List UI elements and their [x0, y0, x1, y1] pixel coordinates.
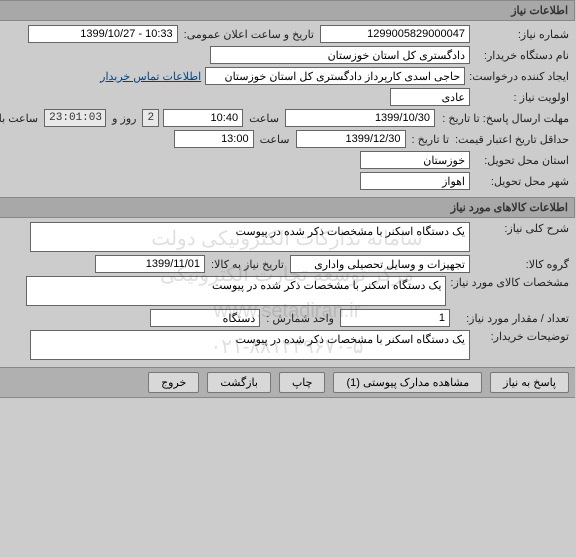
deadline-date-input[interactable] — [286, 109, 436, 127]
qty-input[interactable] — [341, 309, 451, 327]
back-button[interactable]: بازگشت — [208, 372, 272, 393]
summary-label: شرح کلی نیاز: — [475, 222, 570, 235]
row-spec: مشخصات کالای مورد نیاز: — [6, 276, 570, 306]
deadline-time-input[interactable] — [164, 109, 244, 127]
unit-label: واحد شمارش : — [267, 312, 335, 325]
niaz-no-label: شماره نیاز: — [475, 28, 570, 41]
section1-header: اطلاعات نیاز — [0, 0, 576, 21]
row-group: گروه کالا: تاریخ نیاز به کالا: — [6, 255, 570, 273]
section1-title: اطلاعات نیاز — [512, 5, 569, 17]
buyer-input[interactable] — [211, 46, 471, 64]
row-buyer: نام دستگاه خریدار: — [6, 46, 570, 64]
validity-label: حداقل تاریخ اعتبار قیمت: — [456, 133, 570, 146]
province-label: استان محل تحویل: — [475, 154, 570, 167]
row-qty: تعداد / مقدار مورد نیاز: واحد شمارش : — [6, 309, 570, 327]
validity-sub: تا تاریخ : — [413, 133, 450, 146]
row-deadline: مهلت ارسال پاسخ: تا تاریخ : ساعت 2 روز و… — [6, 109, 570, 127]
exit-button[interactable]: خروج — [149, 372, 200, 393]
row-niaz-no: شماره نیاز: تاریخ و ساعت اعلان عمومی: — [6, 25, 570, 43]
validity-time-label: ساعت — [261, 133, 291, 146]
group-label: گروه کالا: — [475, 258, 570, 271]
print-button[interactable]: چاپ — [280, 372, 327, 393]
bottom-bar: پاسخ به نیاز مشاهده مدارک پیوستی (1) چاپ… — [0, 367, 576, 398]
validity-date-input[interactable] — [297, 130, 407, 148]
group-input[interactable] — [291, 255, 471, 273]
requester-label: ایجاد کننده درخواست: — [470, 70, 570, 83]
remaining-suffix: ساعت باقی مانده — [0, 112, 39, 125]
province-input[interactable] — [361, 151, 471, 169]
unit-input[interactable] — [151, 309, 261, 327]
section1-body: شماره نیاز: تاریخ و ساعت اعلان عمومی: نا… — [0, 21, 576, 197]
row-priority: اولویت نیاز : — [6, 88, 570, 106]
row-summary: شرح کلی نیاز: — [6, 222, 570, 252]
need-date-input[interactable] — [96, 255, 206, 273]
section2-body: سامانه تدارکات الکترونیکی دولت مرکز توسع… — [0, 218, 576, 367]
row-validity: حداقل تاریخ اعتبار قیمت: تا تاریخ : ساعت — [6, 130, 570, 148]
deadline-time-label: ساعت — [250, 112, 280, 125]
need-date-label: تاریخ نیاز به کالا: — [212, 258, 285, 271]
reply-button[interactable]: پاسخ به نیاز — [491, 372, 570, 393]
spec-input[interactable] — [27, 276, 447, 306]
section2-title: اطلاعات کالاهای مورد نیاز — [452, 202, 569, 214]
city-input[interactable] — [361, 172, 471, 190]
summary-input[interactable] — [31, 222, 471, 252]
row-city: شهر محل تحویل: — [6, 172, 570, 190]
priority-input[interactable] — [391, 88, 471, 106]
row-province: استان محل تحویل: — [6, 151, 570, 169]
buyer-label: نام دستگاه خریدار: — [475, 49, 570, 62]
attachments-button[interactable]: مشاهده مدارک پیوستی (1) — [334, 372, 483, 393]
qty-label: تعداد / مقدار مورد نیاز: — [455, 312, 570, 325]
validity-time-input[interactable] — [175, 130, 255, 148]
remaining-time: 23:01:03 — [45, 109, 107, 127]
row-requester: ایجاد کننده درخواست: اطلاعات تماس خریدار — [6, 67, 570, 85]
public-dt-label: تاریخ و ساعت اعلان عمومی: — [185, 28, 315, 41]
niaz-no-input[interactable] — [321, 25, 471, 43]
contact-link[interactable]: اطلاعات تماس خریدار — [101, 70, 202, 83]
requester-input[interactable] — [206, 67, 466, 85]
remaining-days: 2 — [143, 109, 160, 127]
deadline-label: مهلت ارسال پاسخ: تا تاریخ : — [440, 112, 570, 125]
section2-header: اطلاعات کالاهای مورد نیاز — [0, 197, 576, 218]
public-dt-input[interactable] — [29, 25, 179, 43]
city-label: شهر محل تحویل: — [475, 175, 570, 188]
row-notes: توضیحات خریدار: — [6, 330, 570, 360]
notes-input[interactable] — [31, 330, 471, 360]
remaining-days-label: روز و — [113, 112, 137, 125]
spec-label: مشخصات کالای مورد نیاز: — [451, 276, 570, 289]
notes-label: توضیحات خریدار: — [475, 330, 570, 343]
priority-label: اولویت نیاز : — [475, 91, 570, 104]
